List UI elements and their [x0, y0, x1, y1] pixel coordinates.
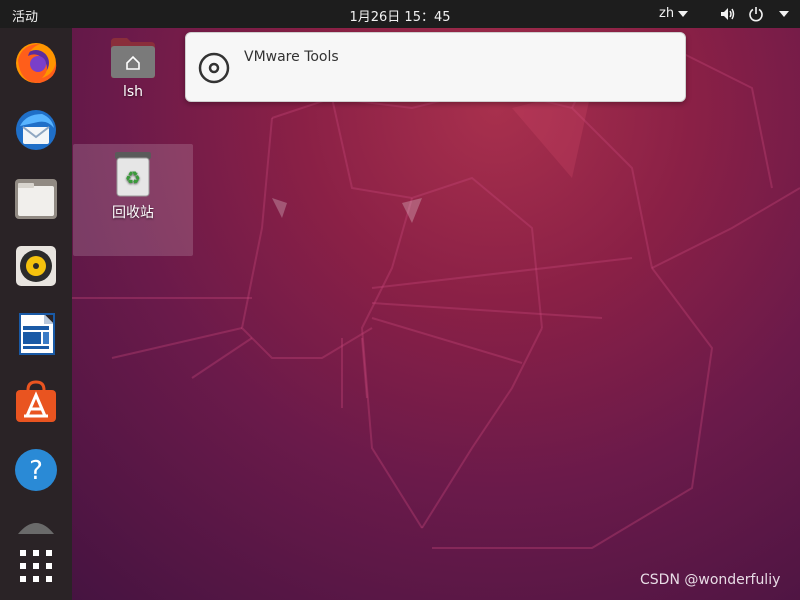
help-icon[interactable]: ?: [12, 446, 60, 494]
home-folder-icon: [111, 38, 155, 78]
libreoffice-writer-icon[interactable]: [12, 310, 60, 358]
trash[interactable]: ♻ 回收站: [73, 144, 193, 256]
power-icon[interactable]: [748, 6, 764, 22]
thunderbird-icon[interactable]: [12, 106, 60, 154]
clock-button[interactable]: 1月26日 15：45: [349, 10, 450, 25]
activities-button[interactable]: 活动: [12, 6, 38, 25]
rhythmbox-icon[interactable]: [12, 242, 60, 290]
notification-banner[interactable]: VMware Tools: [185, 32, 686, 102]
language-indicator[interactable]: zh: [659, 6, 689, 21]
watermark: CSDN @wonderfuliy: [640, 572, 781, 588]
notification-title: VMware Tools: [244, 49, 339, 65]
partial-dock-icon[interactable]: [12, 516, 60, 534]
system-menu-chevron-icon[interactable]: [779, 11, 789, 17]
home-folder-label: lsh: [122, 84, 144, 100]
top-bar: 活动 1月26日 15：45 zh: [0, 0, 800, 28]
svg-text:♻: ♻: [125, 168, 141, 189]
chevron-down-icon: [678, 10, 689, 17]
ubuntu-software-icon[interactable]: [12, 378, 60, 426]
files-icon[interactable]: [12, 174, 60, 222]
disc-icon: [198, 52, 230, 84]
show-applications-icon[interactable]: [18, 548, 54, 584]
dock: ?: [0, 28, 72, 600]
help-glyph: ?: [29, 456, 43, 486]
firefox-icon[interactable]: [12, 38, 60, 86]
trash-icon: ♻: [115, 152, 151, 197]
wallpaper: [72, 46, 800, 549]
language-label: zh: [659, 6, 675, 21]
home-folder[interactable]: lsh: [104, 36, 162, 100]
volume-icon[interactable]: [720, 6, 736, 22]
trash-label: 回收站: [112, 205, 154, 221]
